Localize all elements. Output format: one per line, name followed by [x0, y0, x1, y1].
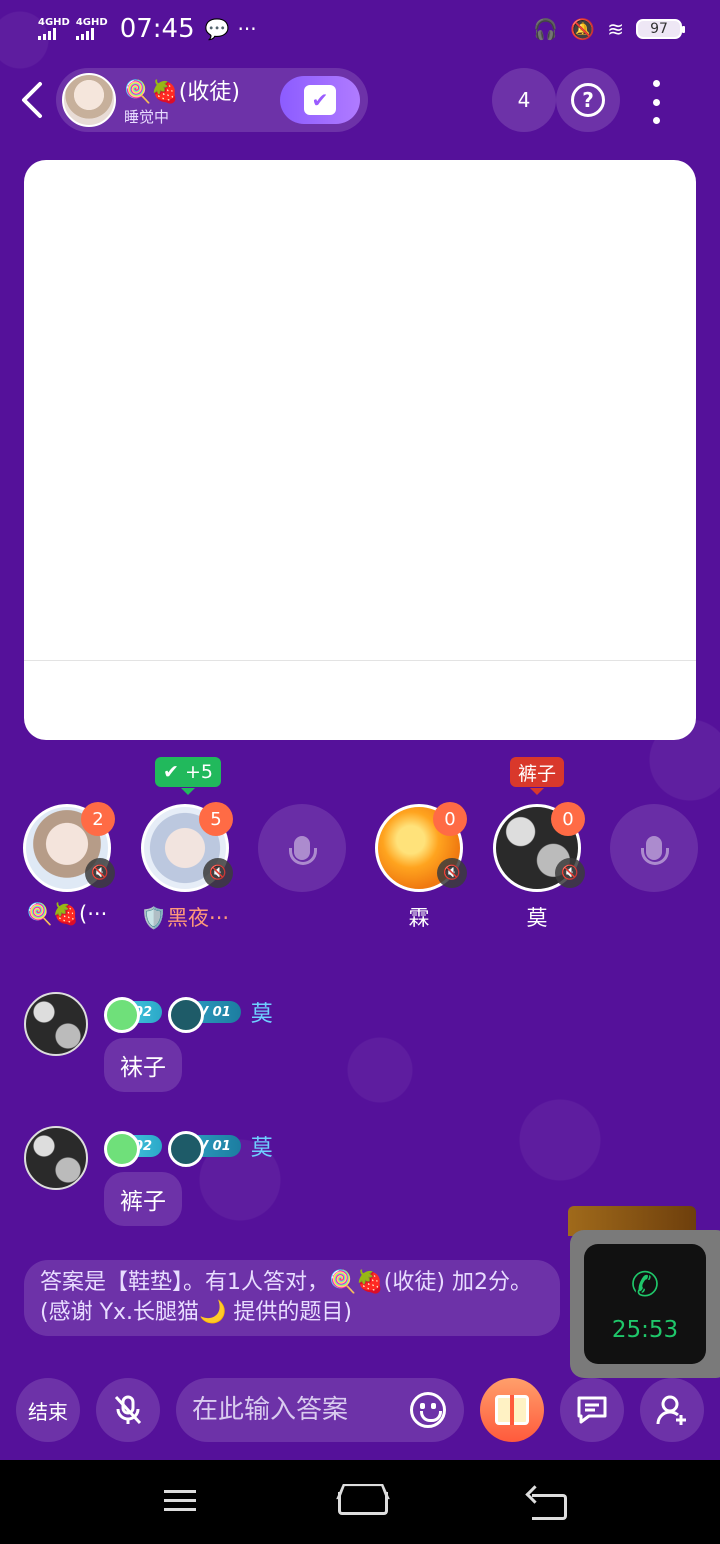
vip-badge: V 01: [168, 997, 241, 1033]
seat-6-empty[interactable]: [610, 804, 698, 892]
message-avatar[interactable]: [24, 992, 88, 1056]
microphone-icon: [641, 836, 669, 865]
seat-name: 🍭🍓(···: [26, 902, 108, 926]
headphones-icon: 🎧: [533, 17, 559, 41]
seat-5[interactable]: 0 🔇: [493, 802, 585, 892]
back-arrow-icon[interactable]: [18, 80, 48, 120]
mute-bell-icon: 🔕: [570, 17, 596, 41]
nav-back-icon[interactable]: [518, 1484, 578, 1520]
score-badge: 0: [551, 802, 585, 836]
chat-bubble-icon: [577, 1396, 607, 1424]
wechat-icon: 💬: [204, 17, 230, 41]
level-badge: 02: [103, 1131, 163, 1167]
mic-muted-icon: 🔇: [555, 858, 585, 888]
correct-answer-tag: ✔ +5: [155, 757, 221, 795]
mic-off-icon: [114, 1395, 142, 1425]
mic-muted-icon: 🔇: [437, 858, 467, 888]
message-text: 袜子: [104, 1038, 182, 1092]
room-name: 🍭🍓(收徒): [124, 80, 240, 105]
phone-icon: ✆: [630, 1265, 660, 1305]
room-status: 睡觉中: [124, 108, 170, 126]
status-more-dots: ···: [237, 17, 257, 41]
message-avatar[interactable]: [24, 1126, 88, 1190]
gift-icon: [495, 1395, 529, 1425]
seat-4[interactable]: 0 🔇: [375, 802, 467, 892]
home-icon[interactable]: [330, 1484, 390, 1520]
empty-seat: [258, 804, 346, 892]
vip-badge: V 01: [168, 1131, 241, 1167]
mic-toggle-button[interactable]: [96, 1378, 160, 1442]
online-count-button[interactable]: 4: [492, 68, 556, 132]
help-icon: ?: [571, 83, 605, 117]
chat-message: 02 V 01 莫 袜子: [24, 992, 664, 1092]
call-duration: 25:53: [611, 1317, 679, 1343]
seat-1[interactable]: 2 🔇: [23, 802, 115, 892]
gift-button[interactable]: [480, 1378, 544, 1442]
microphone-icon: [289, 836, 317, 865]
message-text: 裤子: [104, 1172, 182, 1226]
signal-icon: 4GHD: [38, 18, 70, 40]
seat-3-empty[interactable]: [258, 804, 346, 892]
guess-tag: 裤子: [510, 757, 565, 795]
emoji-icon[interactable]: [410, 1392, 446, 1428]
recents-menu-icon[interactable]: [150, 1484, 210, 1520]
board-divider: [24, 660, 696, 661]
seat-name: 🛡️黑夜···: [140, 906, 230, 930]
room-header: 🍭🍓(收徒) 睡觉中 ✔ 4 ?: [0, 66, 720, 136]
add-user-icon: [656, 1395, 686, 1425]
message-username[interactable]: 莫: [251, 996, 273, 1028]
seat-name: 霖: [408, 906, 430, 930]
status-bar: 4GHD 4GHD 07:45 💬 ··· 🎧 🔕 ≋ 97: [0, 0, 720, 58]
empty-seat: [610, 804, 698, 892]
room-owner-avatar[interactable]: [62, 73, 116, 127]
system-answer-message: 答案是【鞋垫】。有1人答对，🍭🍓(收徒) 加2分。(感谢 Yx.长腿猫🌙 提供的…: [24, 1260, 560, 1336]
add-friend-button[interactable]: [640, 1378, 704, 1442]
bottom-toolbar: 结束: [0, 1378, 720, 1444]
message-username[interactable]: 莫: [251, 1130, 273, 1162]
more-menu-button[interactable]: [636, 80, 676, 124]
drawing-board[interactable]: [24, 160, 696, 740]
chat-button[interactable]: [560, 1378, 624, 1442]
wifi-icon: ≋: [607, 17, 624, 41]
signal-icon-2: 4GHD: [75, 18, 108, 40]
seat-name: 莫: [526, 906, 548, 930]
mic-muted-icon: 🔇: [85, 858, 115, 888]
level-badge: 02: [103, 997, 163, 1033]
mic-muted-icon: 🔇: [203, 858, 233, 888]
status-time: 07:45: [119, 14, 195, 44]
checkin-button[interactable]: ✔: [280, 76, 360, 124]
calendar-check-icon: ✔: [304, 85, 336, 115]
more-dot: [652, 98, 660, 106]
score-badge: 0: [433, 802, 467, 836]
room-info-pill[interactable]: 🍭🍓(收徒) 睡觉中 ✔: [56, 68, 368, 132]
help-button[interactable]: ?: [556, 68, 620, 132]
score-badge: 5: [199, 802, 233, 836]
system-nav-bar: [0, 1460, 720, 1544]
seat-2[interactable]: 5 🔇: [141, 802, 233, 892]
end-button[interactable]: 结束: [16, 1378, 80, 1442]
more-dot: [652, 117, 660, 124]
more-dot: [652, 80, 660, 87]
score-badge: 2: [81, 802, 115, 836]
battery-icon: 97: [636, 19, 685, 39]
call-floating-window[interactable]: ✆ 25:53: [570, 1230, 720, 1378]
